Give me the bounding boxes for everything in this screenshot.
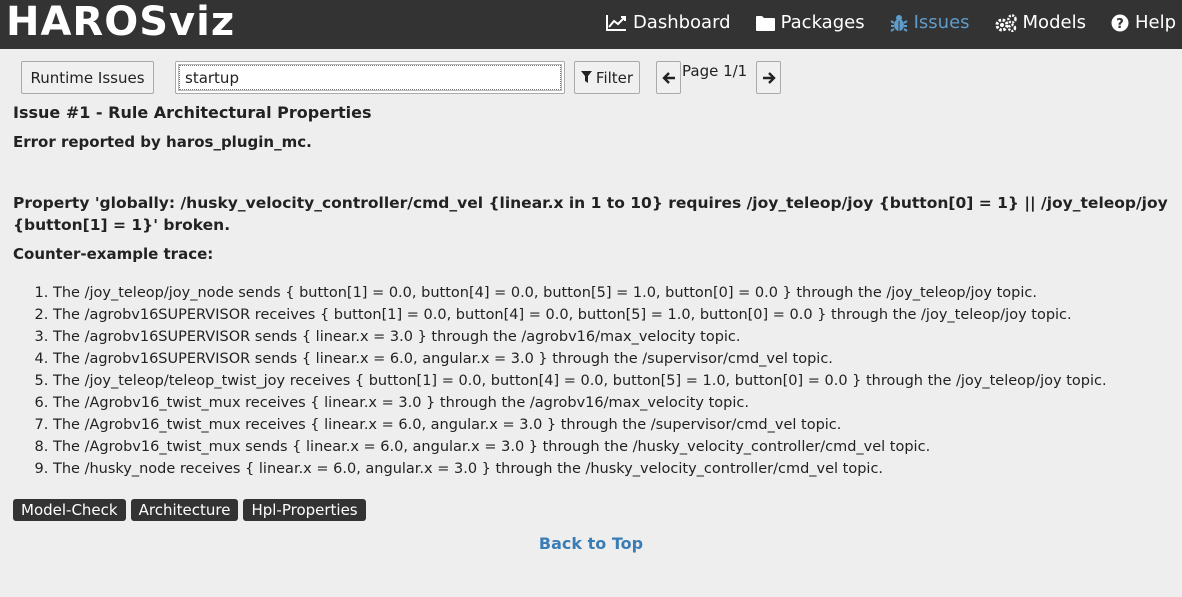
issue-reporter: Error reported by haros_plugin_mc. bbox=[13, 133, 312, 151]
nav-models[interactable]: Models bbox=[995, 11, 1086, 35]
nav-dashboard-label: Dashboard bbox=[632, 12, 731, 33]
bug-icon bbox=[890, 14, 908, 32]
nav-packages[interactable]: Packages bbox=[755, 11, 865, 35]
question-circle-icon: ? bbox=[1111, 14, 1129, 32]
trace-label: Counter-example trace: bbox=[13, 245, 214, 263]
back-to-top-link[interactable]: Back to Top bbox=[0, 534, 1182, 553]
top-navbar: HAROSviz Dashboard Packages Issues Model… bbox=[0, 0, 1182, 49]
issue-tags: Model-Check Architecture Hpl-Properties bbox=[13, 499, 1173, 521]
app-brand[interactable]: HAROSviz bbox=[6, 0, 235, 45]
cogs-icon bbox=[995, 14, 1017, 32]
trace-step: The /agrobv16SUPERVISOR sends { linear.x… bbox=[53, 326, 1173, 348]
issue-property: Property 'globally: /husky_velocity_cont… bbox=[13, 194, 1168, 234]
prev-page-button[interactable] bbox=[656, 61, 681, 94]
trace-step: The /Agrobv16_twist_mux sends { linear.x… bbox=[53, 436, 1173, 458]
page-indicator: Page 1/1 bbox=[682, 62, 748, 80]
nav-dashboard[interactable]: Dashboard bbox=[605, 11, 731, 35]
issue-content: Issue #1 - Rule Architectural Properties… bbox=[13, 102, 1173, 521]
next-page-button[interactable] bbox=[756, 61, 781, 94]
folder-icon bbox=[755, 15, 775, 31]
nav-issues-label: Issues bbox=[913, 12, 970, 33]
filter-icon bbox=[580, 71, 592, 84]
trace-step: The /agrobv16SUPERVISOR sends { linear.x… bbox=[53, 348, 1173, 370]
main-nav: Dashboard Packages Issues Models ? Help bbox=[580, 11, 1176, 35]
filter-label: Filter bbox=[595, 68, 634, 87]
filter-button[interactable]: Filter bbox=[574, 61, 640, 94]
arrow-left-icon bbox=[661, 71, 676, 85]
nav-issues[interactable]: Issues bbox=[890, 11, 970, 35]
trace-step: The /joy_teleop/joy_node sends { button[… bbox=[53, 282, 1173, 304]
tag-model-check[interactable]: Model-Check bbox=[13, 499, 126, 521]
trace-step: The /agrobv16SUPERVISOR receives { butto… bbox=[53, 304, 1173, 326]
svg-text:?: ? bbox=[1116, 17, 1124, 32]
tag-hpl-properties[interactable]: Hpl-Properties bbox=[243, 499, 366, 521]
search-input[interactable] bbox=[178, 64, 562, 91]
trace-list: The /joy_teleop/joy_node sends { button[… bbox=[13, 282, 1173, 480]
arrow-right-icon bbox=[762, 71, 776, 85]
tag-architecture[interactable]: Architecture bbox=[130, 499, 239, 521]
trace-step: The /Agrobv16_twist_mux receives { linea… bbox=[53, 392, 1173, 414]
nav-models-label: Models bbox=[1022, 12, 1086, 33]
trace-step: The /husky_node receives { linear.x = 6.… bbox=[53, 458, 1173, 480]
nav-help[interactable]: ? Help bbox=[1111, 11, 1176, 35]
search-box bbox=[175, 61, 565, 94]
line-chart-icon bbox=[605, 14, 627, 32]
runtime-issues-button[interactable]: Runtime Issues bbox=[21, 61, 154, 94]
trace-step: The /joy_teleop/teleop_twist_joy receive… bbox=[53, 370, 1173, 392]
issue-title: Issue #1 - Rule Architectural Properties bbox=[13, 103, 372, 122]
nav-help-label: Help bbox=[1134, 12, 1176, 33]
trace-step: The /Agrobv16_twist_mux receives { linea… bbox=[53, 414, 1173, 436]
nav-packages-label: Packages bbox=[780, 12, 865, 33]
